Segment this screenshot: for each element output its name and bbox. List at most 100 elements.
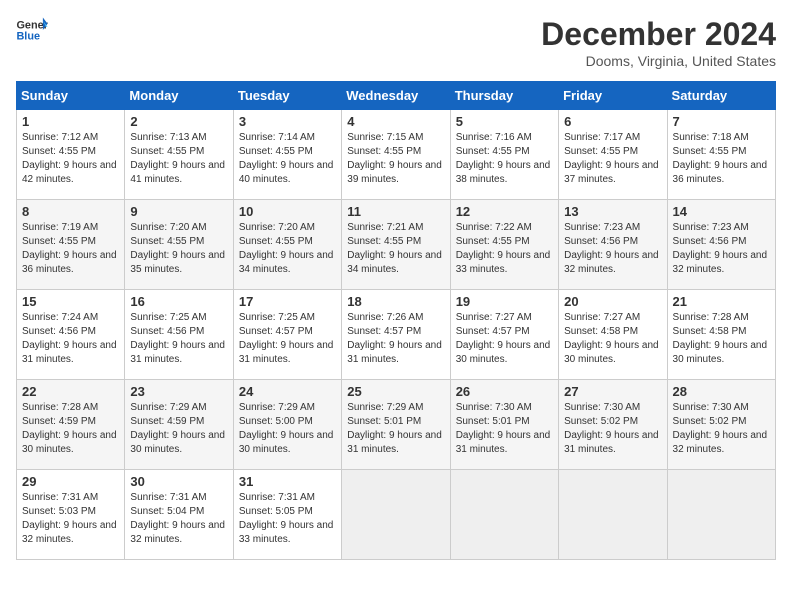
- day-info: Sunrise: 7:30 AM Sunset: 5:02 PM Dayligh…: [564, 402, 659, 455]
- calendar-cell: 26 Sunrise: 7:30 AM Sunset: 5:01 PM Dayl…: [450, 380, 558, 470]
- day-info: Sunrise: 7:23 AM Sunset: 4:56 PM Dayligh…: [564, 222, 659, 275]
- day-number: 3: [239, 114, 336, 129]
- calendar-cell: [559, 470, 667, 560]
- logo: General Blue: [16, 16, 48, 44]
- day-info: Sunrise: 7:18 AM Sunset: 4:55 PM Dayligh…: [673, 132, 768, 185]
- calendar-cell: 23 Sunrise: 7:29 AM Sunset: 4:59 PM Dayl…: [125, 380, 233, 470]
- calendar-cell: 11 Sunrise: 7:21 AM Sunset: 4:55 PM Dayl…: [342, 200, 450, 290]
- calendar-cell: 9 Sunrise: 7:20 AM Sunset: 4:55 PM Dayli…: [125, 200, 233, 290]
- day-info: Sunrise: 7:30 AM Sunset: 5:02 PM Dayligh…: [673, 402, 768, 455]
- day-number: 16: [130, 294, 227, 309]
- calendar-cell: [450, 470, 558, 560]
- day-number: 5: [456, 114, 553, 129]
- day-info: Sunrise: 7:20 AM Sunset: 4:55 PM Dayligh…: [130, 222, 225, 275]
- day-header-wednesday: Wednesday: [342, 82, 450, 110]
- day-number: 8: [22, 204, 119, 219]
- calendar-cell: 16 Sunrise: 7:25 AM Sunset: 4:56 PM Dayl…: [125, 290, 233, 380]
- day-number: 17: [239, 294, 336, 309]
- day-number: 4: [347, 114, 444, 129]
- calendar-table: SundayMondayTuesdayWednesdayThursdayFrid…: [16, 81, 776, 560]
- calendar-cell: 6 Sunrise: 7:17 AM Sunset: 4:55 PM Dayli…: [559, 110, 667, 200]
- day-info: Sunrise: 7:21 AM Sunset: 4:55 PM Dayligh…: [347, 222, 442, 275]
- calendar-cell: 24 Sunrise: 7:29 AM Sunset: 5:00 PM Dayl…: [233, 380, 341, 470]
- day-info: Sunrise: 7:31 AM Sunset: 5:04 PM Dayligh…: [130, 492, 225, 545]
- day-number: 6: [564, 114, 661, 129]
- day-info: Sunrise: 7:19 AM Sunset: 4:55 PM Dayligh…: [22, 222, 117, 275]
- week-row-5: 29 Sunrise: 7:31 AM Sunset: 5:03 PM Dayl…: [17, 470, 776, 560]
- calendar-cell: 20 Sunrise: 7:27 AM Sunset: 4:58 PM Dayl…: [559, 290, 667, 380]
- day-number: 14: [673, 204, 770, 219]
- day-number: 18: [347, 294, 444, 309]
- day-info: Sunrise: 7:22 AM Sunset: 4:55 PM Dayligh…: [456, 222, 551, 275]
- day-number: 22: [22, 384, 119, 399]
- day-number: 28: [673, 384, 770, 399]
- day-info: Sunrise: 7:17 AM Sunset: 4:55 PM Dayligh…: [564, 132, 659, 185]
- day-number: 10: [239, 204, 336, 219]
- day-info: Sunrise: 7:31 AM Sunset: 5:05 PM Dayligh…: [239, 492, 334, 545]
- calendar-cell: 1 Sunrise: 7:12 AM Sunset: 4:55 PM Dayli…: [17, 110, 125, 200]
- week-row-4: 22 Sunrise: 7:28 AM Sunset: 4:59 PM Dayl…: [17, 380, 776, 470]
- page-header: General Blue December 2024 Dooms, Virgin…: [16, 16, 776, 69]
- calendar-cell: 13 Sunrise: 7:23 AM Sunset: 4:56 PM Dayl…: [559, 200, 667, 290]
- calendar-cell: 22 Sunrise: 7:28 AM Sunset: 4:59 PM Dayl…: [17, 380, 125, 470]
- day-number: 20: [564, 294, 661, 309]
- calendar-cell: 18 Sunrise: 7:26 AM Sunset: 4:57 PM Dayl…: [342, 290, 450, 380]
- day-header-tuesday: Tuesday: [233, 82, 341, 110]
- day-info: Sunrise: 7:24 AM Sunset: 4:56 PM Dayligh…: [22, 312, 117, 365]
- day-info: Sunrise: 7:26 AM Sunset: 4:57 PM Dayligh…: [347, 312, 442, 365]
- day-info: Sunrise: 7:29 AM Sunset: 5:00 PM Dayligh…: [239, 402, 334, 455]
- day-number: 11: [347, 204, 444, 219]
- day-info: Sunrise: 7:29 AM Sunset: 4:59 PM Dayligh…: [130, 402, 225, 455]
- calendar-cell: 27 Sunrise: 7:30 AM Sunset: 5:02 PM Dayl…: [559, 380, 667, 470]
- calendar-cell: 15 Sunrise: 7:24 AM Sunset: 4:56 PM Dayl…: [17, 290, 125, 380]
- calendar-cell: 19 Sunrise: 7:27 AM Sunset: 4:57 PM Dayl…: [450, 290, 558, 380]
- day-info: Sunrise: 7:28 AM Sunset: 4:59 PM Dayligh…: [22, 402, 117, 455]
- day-number: 27: [564, 384, 661, 399]
- day-number: 23: [130, 384, 227, 399]
- day-header-friday: Friday: [559, 82, 667, 110]
- day-number: 13: [564, 204, 661, 219]
- day-header-sunday: Sunday: [17, 82, 125, 110]
- calendar-cell: 29 Sunrise: 7:31 AM Sunset: 5:03 PM Dayl…: [17, 470, 125, 560]
- day-info: Sunrise: 7:31 AM Sunset: 5:03 PM Dayligh…: [22, 492, 117, 545]
- day-number: 21: [673, 294, 770, 309]
- day-number: 9: [130, 204, 227, 219]
- day-header-thursday: Thursday: [450, 82, 558, 110]
- week-row-2: 8 Sunrise: 7:19 AM Sunset: 4:55 PM Dayli…: [17, 200, 776, 290]
- calendar-cell: [342, 470, 450, 560]
- day-header-monday: Monday: [125, 82, 233, 110]
- calendar-cell: 4 Sunrise: 7:15 AM Sunset: 4:55 PM Dayli…: [342, 110, 450, 200]
- calendar-cell: 17 Sunrise: 7:25 AM Sunset: 4:57 PM Dayl…: [233, 290, 341, 380]
- calendar-cell: 2 Sunrise: 7:13 AM Sunset: 4:55 PM Dayli…: [125, 110, 233, 200]
- day-info: Sunrise: 7:12 AM Sunset: 4:55 PM Dayligh…: [22, 132, 117, 185]
- week-row-1: 1 Sunrise: 7:12 AM Sunset: 4:55 PM Dayli…: [17, 110, 776, 200]
- calendar-cell: [667, 470, 775, 560]
- day-info: Sunrise: 7:27 AM Sunset: 4:57 PM Dayligh…: [456, 312, 551, 365]
- day-info: Sunrise: 7:25 AM Sunset: 4:56 PM Dayligh…: [130, 312, 225, 365]
- calendar-cell: 25 Sunrise: 7:29 AM Sunset: 5:01 PM Dayl…: [342, 380, 450, 470]
- day-number: 1: [22, 114, 119, 129]
- calendar-cell: 31 Sunrise: 7:31 AM Sunset: 5:05 PM Dayl…: [233, 470, 341, 560]
- day-number: 25: [347, 384, 444, 399]
- day-info: Sunrise: 7:16 AM Sunset: 4:55 PM Dayligh…: [456, 132, 551, 185]
- day-number: 2: [130, 114, 227, 129]
- title-area: December 2024 Dooms, Virginia, United St…: [541, 16, 776, 69]
- day-info: Sunrise: 7:27 AM Sunset: 4:58 PM Dayligh…: [564, 312, 659, 365]
- page-subtitle: Dooms, Virginia, United States: [541, 53, 776, 69]
- page-title: December 2024: [541, 16, 776, 53]
- day-number: 30: [130, 474, 227, 489]
- calendar-cell: 3 Sunrise: 7:14 AM Sunset: 4:55 PM Dayli…: [233, 110, 341, 200]
- day-info: Sunrise: 7:23 AM Sunset: 4:56 PM Dayligh…: [673, 222, 768, 275]
- day-info: Sunrise: 7:29 AM Sunset: 5:01 PM Dayligh…: [347, 402, 442, 455]
- calendar-cell: 28 Sunrise: 7:30 AM Sunset: 5:02 PM Dayl…: [667, 380, 775, 470]
- calendar-cell: 30 Sunrise: 7:31 AM Sunset: 5:04 PM Dayl…: [125, 470, 233, 560]
- day-info: Sunrise: 7:28 AM Sunset: 4:58 PM Dayligh…: [673, 312, 768, 365]
- calendar-cell: 8 Sunrise: 7:19 AM Sunset: 4:55 PM Dayli…: [17, 200, 125, 290]
- day-number: 24: [239, 384, 336, 399]
- day-info: Sunrise: 7:20 AM Sunset: 4:55 PM Dayligh…: [239, 222, 334, 275]
- day-info: Sunrise: 7:30 AM Sunset: 5:01 PM Dayligh…: [456, 402, 551, 455]
- day-info: Sunrise: 7:14 AM Sunset: 4:55 PM Dayligh…: [239, 132, 334, 185]
- day-header-saturday: Saturday: [667, 82, 775, 110]
- calendar-cell: 12 Sunrise: 7:22 AM Sunset: 4:55 PM Dayl…: [450, 200, 558, 290]
- day-info: Sunrise: 7:25 AM Sunset: 4:57 PM Dayligh…: [239, 312, 334, 365]
